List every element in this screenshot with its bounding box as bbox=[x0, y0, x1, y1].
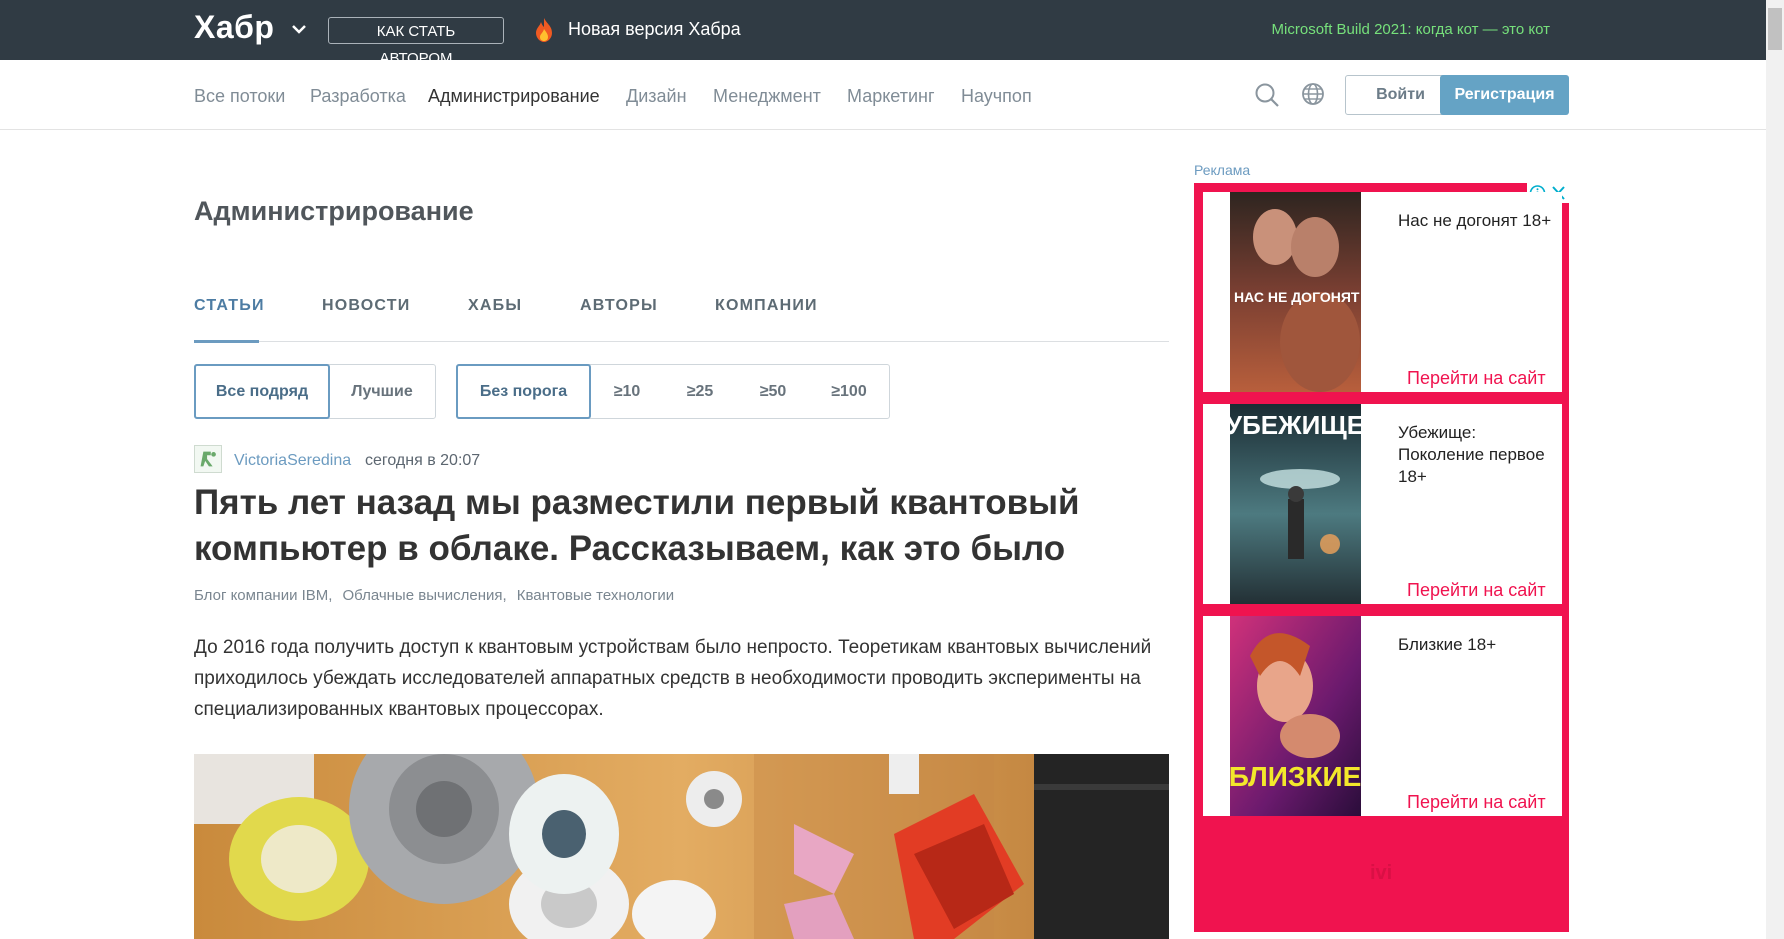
movie-poster-image: НАС НЕ ДОГОНЯТ bbox=[1230, 192, 1361, 392]
filter-50[interactable]: ≥50 bbox=[737, 365, 809, 418]
habr-logo[interactable]: Хабр bbox=[194, 9, 274, 46]
movie-poster-image: УБЕЖИЩЕ bbox=[1230, 404, 1361, 604]
filter-no-threshold[interactable]: Без порога bbox=[456, 364, 591, 419]
post-preview-text: До 2016 года получить доступ к квантовым… bbox=[194, 637, 1152, 720]
filter-10[interactable]: ≥10 bbox=[591, 365, 663, 418]
tabs-divider bbox=[194, 341, 1169, 342]
register-button[interactable]: Регистрация bbox=[1440, 75, 1569, 115]
globe-icon[interactable] bbox=[1301, 82, 1325, 106]
post-time: сегодня в 20:07 bbox=[365, 452, 481, 469]
nav-item-marketing[interactable]: Маркетинг bbox=[847, 86, 935, 107]
filter-25[interactable]: ≥25 bbox=[663, 365, 737, 418]
nav-item-popsci[interactable]: Научпоп bbox=[961, 86, 1032, 107]
tab-articles[interactable]: СТАТЬИ bbox=[194, 297, 265, 315]
nav-item-all-flows[interactable]: Все потоки bbox=[194, 86, 285, 107]
search-icon[interactable] bbox=[1254, 82, 1280, 108]
fire-icon bbox=[536, 18, 552, 42]
sort-filter-group: Все подряд Лучшие bbox=[194, 364, 436, 419]
tab-companies[interactable]: КОМПАНИИ bbox=[715, 297, 818, 315]
ad-link[interactable]: Перейти на сайт bbox=[1407, 368, 1546, 389]
post-title[interactable]: Пять лет назад мы разместили первый кван… bbox=[194, 480, 1134, 572]
poster-title: БЛИЗКИЕ bbox=[1230, 761, 1361, 792]
poster-title: УБЕЖИЩЕ bbox=[1230, 410, 1361, 440]
scrollbar[interactable] bbox=[1766, 0, 1784, 939]
new-version-link[interactable]: Новая версия Хабра bbox=[568, 19, 741, 40]
nav-item-design[interactable]: Дизайн bbox=[626, 86, 687, 107]
filter-best[interactable]: Лучшие bbox=[330, 365, 434, 418]
tab-authors[interactable]: АВТОРЫ bbox=[580, 297, 658, 315]
tab-hubs[interactable]: ХАБЫ bbox=[468, 297, 522, 315]
hub-link-cloud[interactable]: Облачные вычисления, bbox=[342, 587, 506, 604]
active-tab-indicator bbox=[194, 340, 259, 343]
filter-all[interactable]: Все подряд bbox=[194, 364, 330, 419]
avatar[interactable] bbox=[194, 445, 222, 473]
ad-card[interactable]: НАС НЕ ДОГОНЯТ Нас не догонят 18+ Перейт… bbox=[1203, 192, 1562, 392]
post-hubs: Блог компании IBM, Облачные вычисления, Кв… bbox=[194, 587, 684, 604]
chevron-down-icon[interactable] bbox=[288, 18, 310, 40]
poster-title: НАС НЕ ДОГОНЯТ bbox=[1234, 289, 1360, 305]
ad-link[interactable]: Перейти на сайт bbox=[1407, 792, 1546, 813]
top-bar: Хабр КАК СТАТЬ АВТОРОМ Новая версия Хабр… bbox=[0, 0, 1766, 67]
ad-title[interactable]: Близкие 18+ bbox=[1398, 634, 1553, 656]
scrollbar-thumb[interactable] bbox=[1768, 8, 1782, 50]
how-to-become-author-button[interactable]: КАК СТАТЬ АВТОРОМ bbox=[328, 17, 504, 67]
hub-link-quantum[interactable]: Квантовые технологии bbox=[517, 587, 674, 604]
ad-title[interactable]: Убежище: Поколение первое 18+ bbox=[1398, 422, 1553, 488]
ivi-logo[interactable]: ivi bbox=[1370, 862, 1392, 885]
nav-item-management[interactable]: Менеджмент bbox=[713, 86, 821, 107]
page-title: Администрирование bbox=[194, 196, 474, 226]
promo-link[interactable]: Microsoft Build 2021: когда кот — это ко… bbox=[1272, 21, 1550, 38]
filter-100[interactable]: ≥100 bbox=[809, 365, 889, 418]
ad-card[interactable]: БЛИЗКИЕ Близкие 18+ Перейти на сайт bbox=[1203, 616, 1562, 816]
author-link[interactable]: VictoriaSeredina bbox=[234, 452, 351, 470]
ad-link[interactable]: Перейти на сайт bbox=[1407, 580, 1546, 601]
nav-item-development[interactable]: Разработка bbox=[310, 86, 406, 107]
nav-item-administration[interactable]: Администрирование bbox=[428, 86, 600, 107]
post-cover-image[interactable] bbox=[194, 754, 1169, 939]
ad-card[interactable]: УБЕЖИЩЕ Убежище: Поколение первое 18+ Пе… bbox=[1203, 404, 1562, 604]
rating-filter-group: Без порога ≥10 ≥25 ≥50 ≥100 bbox=[456, 364, 890, 419]
ad-title[interactable]: Нас не догонят 18+ bbox=[1398, 210, 1553, 232]
movie-poster-image: БЛИЗКИЕ bbox=[1230, 616, 1361, 816]
tab-news[interactable]: НОВОСТИ bbox=[322, 297, 410, 315]
ad-label: Реклама bbox=[1194, 162, 1251, 178]
hub-link-ibm[interactable]: Блог компании IBM, bbox=[194, 587, 332, 604]
